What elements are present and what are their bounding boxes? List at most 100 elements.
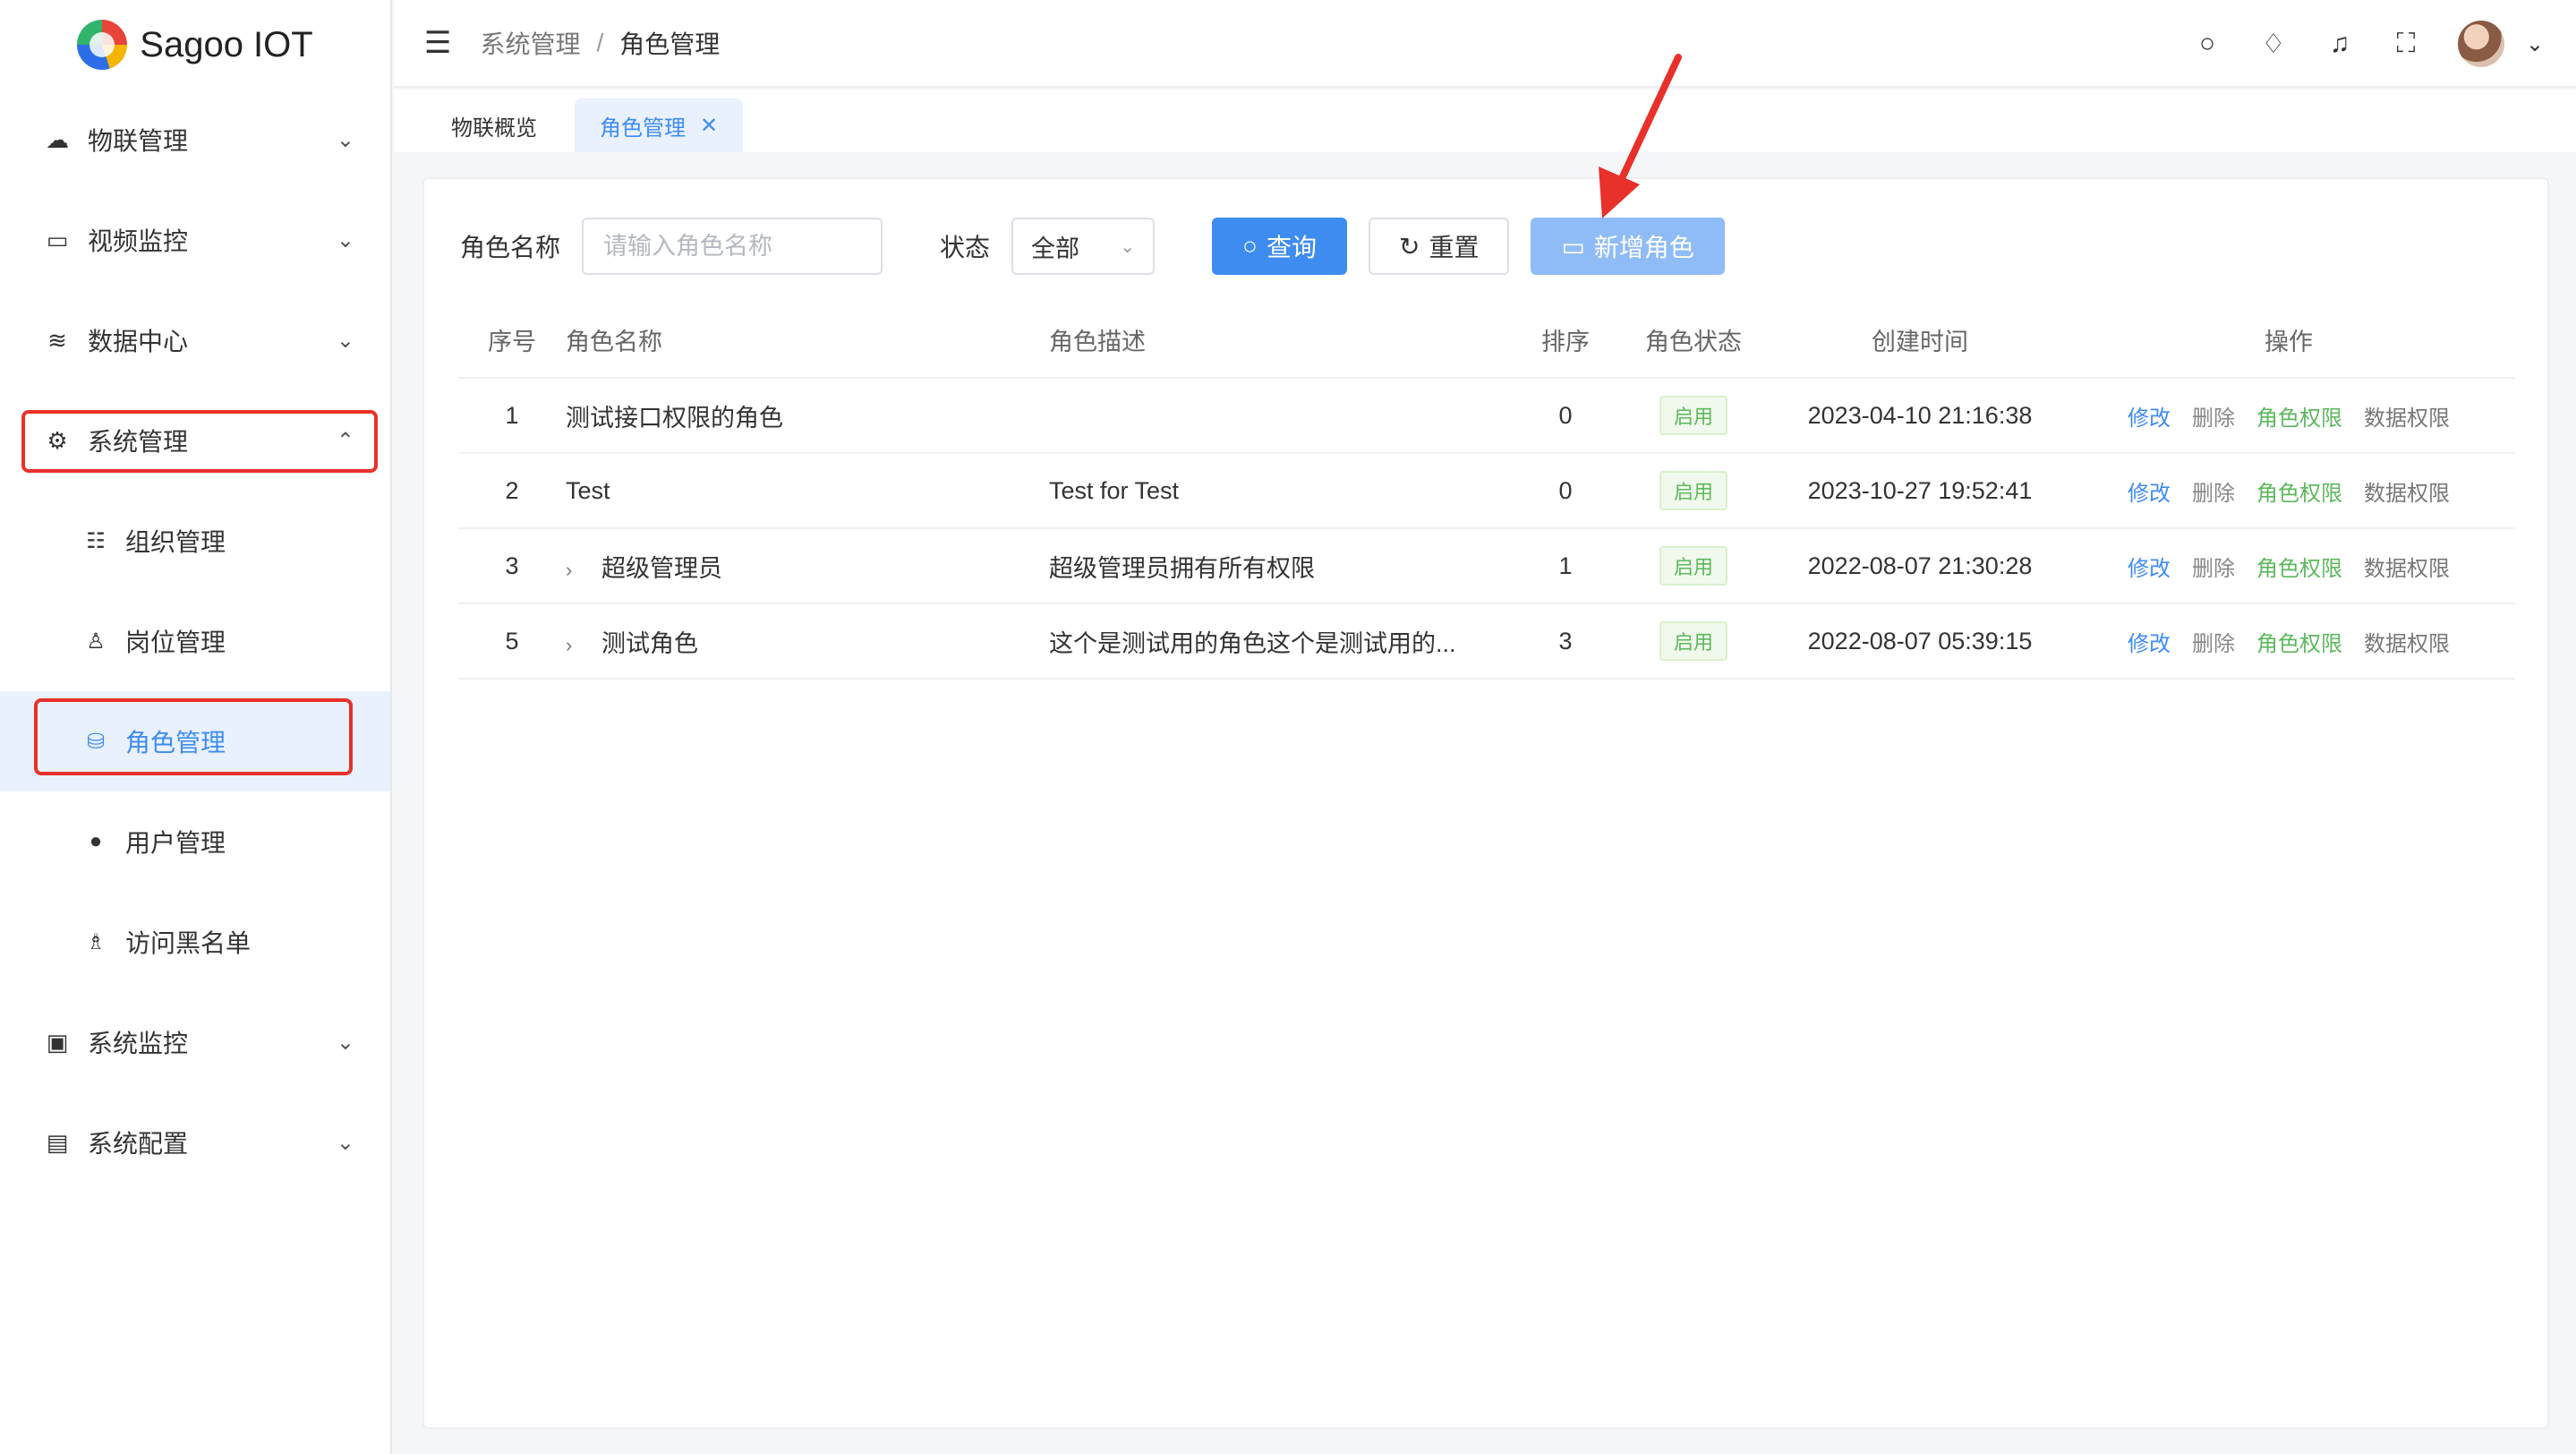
cell-name: Test (566, 453, 1049, 529)
sidebar-subitem-blacklist[interactable]: ♗ 访问黑名单 (0, 892, 390, 992)
close-icon[interactable]: ✕ (700, 113, 718, 139)
delete-link[interactable]: 删除 (2192, 406, 2235, 431)
role-permission-link[interactable]: 角色权限 (2256, 482, 2342, 506)
sidebar-subitem-label: 用户管理 (125, 829, 226, 857)
data-permission-link[interactable]: 数据权限 (2364, 482, 2450, 506)
status-badge: 启用 (1659, 546, 1727, 586)
fullscreen-icon[interactable]: ⛶ (2392, 29, 2420, 59)
sidebar-item-label: 系统管理 (88, 428, 189, 456)
chevron-down-icon: ⌄ (336, 1130, 354, 1155)
sidebar-item-config[interactable]: ▤ 系统配置 ⌄ (0, 1092, 390, 1193)
database-icon: ≋ (47, 326, 67, 354)
cell-actions: 修改 删除 角色权限 数据权限 (2062, 378, 2515, 454)
tab-label: 角色管理 (600, 115, 686, 141)
menu-toggle-icon[interactable]: ☰ (424, 25, 451, 61)
post-icon: ♙ (86, 629, 106, 654)
expand-chevron-icon[interactable]: › (566, 559, 587, 582)
monitor-icon: ▣ (46, 1028, 69, 1056)
chevron-down-icon: ⌄ (1120, 236, 1136, 257)
column-header: 操作 (2062, 303, 2515, 379)
column-header: 角色描述 (1049, 303, 1522, 379)
sidebar-subitem-role[interactable]: ⛁ 角色管理 (0, 691, 390, 791)
status-label: 状态 (940, 234, 991, 261)
sidebar-item-data[interactable]: ≋ 数据中心 ⌄ (0, 290, 390, 390)
cell-sort: 1 (1522, 528, 1609, 604)
gear-icon: ⚙ (47, 426, 68, 454)
cell-created: 2023-10-27 19:52:41 (1778, 453, 2062, 529)
edit-link[interactable]: 修改 (2128, 406, 2171, 431)
search-icon[interactable]: ○ (2193, 29, 2222, 59)
status-badge: 启用 (1659, 396, 1727, 435)
blacklist-icon: ♗ (86, 929, 106, 954)
breadcrumb-separator: / (596, 29, 604, 56)
delete-link[interactable]: 删除 (2192, 557, 2235, 581)
role-permission-link[interactable]: 角色权限 (2256, 632, 2342, 656)
cell-desc: 这个是测试用的角色这个是测试用的... (1049, 603, 1522, 680)
sidebar-subitem-user[interactable]: ● 用户管理 (0, 791, 390, 892)
delete-link[interactable]: 删除 (2192, 632, 2235, 656)
content-card: 角色名称 状态 全部 ⌄ ○ 查询 ↻ 重置 ▭ 新增角色 序号 角色名称 角色… (422, 177, 2549, 1429)
cell-created: 2022-08-07 05:39:15 (1778, 603, 2062, 680)
delete-link[interactable]: 删除 (2192, 482, 2235, 506)
expand-chevron-icon[interactable]: › (566, 634, 587, 657)
sidebar-item-iot[interactable]: ☁ 物联管理 ⌄ (0, 90, 390, 190)
role-permission-link[interactable]: 角色权限 (2256, 557, 2342, 581)
sidebar-subitem-post[interactable]: ♙ 岗位管理 (0, 591, 390, 691)
sidebar-item-monitor[interactable]: ▣ 系统监控 ⌄ (0, 992, 390, 1092)
tab-bar: 物联概览 角色管理 ✕ (394, 90, 2576, 152)
table-row: 2 Test Test for Test 0 启用 2023-10-27 19:… (458, 453, 2515, 529)
column-header: 排序 (1522, 303, 1609, 379)
tab-label: 物联概览 (451, 115, 537, 141)
cell-status: 启用 (1609, 453, 1778, 529)
add-role-button[interactable]: ▭ 新增角色 (1531, 218, 1725, 275)
cell-desc: 超级管理员拥有所有权限 (1049, 528, 1522, 604)
edit-link[interactable]: 修改 (2128, 557, 2171, 581)
breadcrumb-parent[interactable]: 系统管理 (480, 25, 580, 61)
table-row: 5 › 测试角色 这个是测试用的角色这个是测试用的... 3 启用 2022-08… (458, 603, 2515, 680)
column-header: 序号 (458, 303, 566, 379)
query-button[interactable]: ○ 查询 (1212, 218, 1347, 275)
chevron-down-icon: ⌄ (336, 227, 354, 252)
column-header: 角色名称 (566, 303, 1049, 379)
logo[interactable]: Sagoo IOT (0, 0, 390, 90)
search-form: 角色名称 状态 全部 ⌄ ○ 查询 ↻ 重置 ▭ 新增角色 (460, 217, 1746, 276)
user-icon: ● (89, 829, 103, 853)
sidebar-subitem-label: 岗位管理 (125, 629, 226, 656)
query-button-label: 查询 (1266, 234, 1317, 261)
sidebar-subitem-label: 访问黑名单 (125, 929, 252, 957)
cell-name-text: 超级管理员 (601, 554, 722, 582)
data-permission-link[interactable]: 数据权限 (2364, 557, 2450, 581)
table-row: 1 测试接口权限的角色 0 启用 2023-04-10 21:16:38 修改删… (458, 378, 2515, 454)
data-permission-link[interactable]: 数据权限 (2364, 406, 2450, 431)
tab-iot-overview[interactable]: 物联概览 (426, 98, 562, 152)
status-select[interactable]: 全部 ⌄ (1011, 218, 1156, 275)
sidebar-item-video[interactable]: ▭ 视频监控 ⌄ (0, 190, 390, 290)
user-menu[interactable]: ⌄ (2458, 21, 2549, 67)
sidebar-item-system[interactable]: ⚙ 系统管理 ⌃ (0, 390, 390, 491)
sidebar-subitem-label: 角色管理 (125, 729, 226, 757)
chevron-up-icon: ⌃ (336, 428, 354, 453)
status-badge: 启用 (1659, 471, 1727, 510)
edit-link[interactable]: 修改 (2128, 482, 2171, 506)
header: ☰ 系统管理 / 角色管理 ○ ♢ ♫ ⛶ ⌄ (394, 0, 2576, 88)
role-name-input[interactable] (582, 218, 883, 275)
sidebar-item-label: 系统配置 (88, 1130, 189, 1158)
sidebar: Sagoo IOT ☁ 物联管理 ⌄ ▭ 视频监控 ⌄ ≋ 数据中心 ⌄ ⚙ 系… (0, 0, 392, 1454)
role-permission-link[interactable]: 角色权限 (2256, 406, 2342, 431)
role-table: 序号 角色名称 角色描述 排序 角色状态 创建时间 操作 1 测试接口权限的角色… (458, 303, 2515, 680)
edit-link[interactable]: 修改 (2128, 632, 2171, 656)
cell-created: 2023-04-10 21:16:38 (1778, 378, 2062, 454)
reset-button[interactable]: ↻ 重置 (1368, 218, 1510, 275)
cell-sort: 0 (1522, 378, 1609, 454)
data-permission-link[interactable]: 数据权限 (2364, 632, 2450, 656)
cell-id: 2 (458, 453, 566, 529)
tab-role-management[interactable]: 角色管理 ✕ (575, 98, 744, 152)
theme-shirt-icon[interactable]: ♢ (2259, 29, 2288, 60)
sidebar-subitem-org[interactable]: ☷ 组织管理 (0, 491, 390, 591)
cell-created: 2022-08-07 21:30:28 (1778, 528, 2062, 604)
video-icon: ▭ (46, 226, 69, 253)
bell-icon[interactable]: ♫ (2325, 29, 2354, 59)
cell-sort: 0 (1522, 453, 1609, 529)
table-row: 3 › 超级管理员 超级管理员拥有所有权限 1 启用 2022-08-07 21:… (458, 528, 2515, 604)
config-icon: ▤ (46, 1128, 69, 1156)
